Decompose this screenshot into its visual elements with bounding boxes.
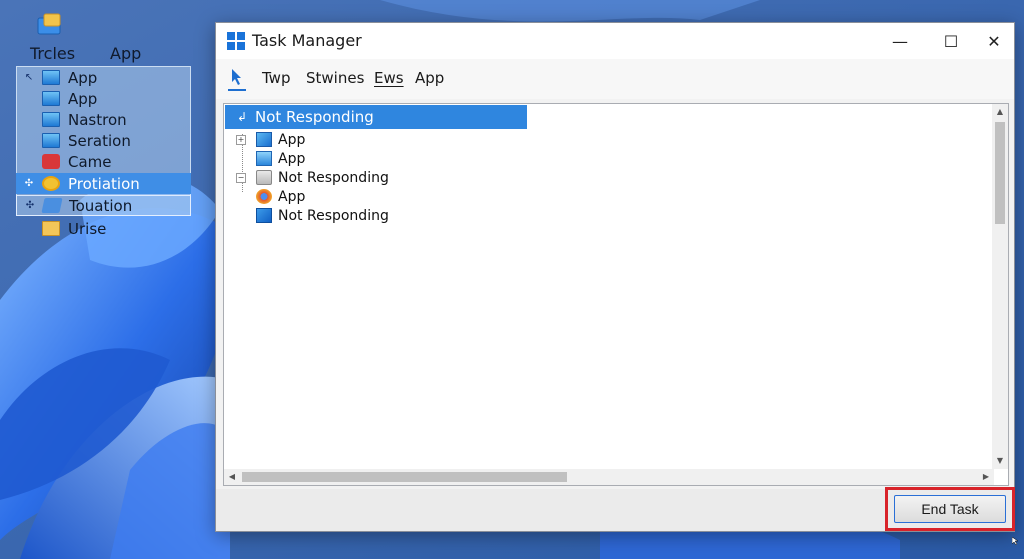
side-item-app-2[interactable]: App — [16, 88, 191, 109]
tree-row[interactable]: App — [236, 149, 305, 168]
tree-row-label: Not Responding — [278, 207, 389, 224]
side-item-urise[interactable]: Urise — [16, 218, 191, 239]
selected-process-row[interactable]: ↲ Not Responding — [225, 105, 527, 129]
side-item-seration[interactable]: Seration — [16, 130, 191, 151]
menu-bar: Twp Stwines Ews App — [216, 59, 1014, 99]
monitor-icon — [256, 151, 272, 166]
side-item-label: App — [68, 89, 98, 108]
tree-row[interactable]: App — [236, 187, 305, 206]
side-item-label: Touation — [69, 196, 133, 215]
monitor-icon — [42, 112, 60, 127]
minimize-button[interactable]: — — [880, 27, 920, 55]
tree-row[interactable]: Not Responding — [236, 206, 389, 225]
side-item-nastron[interactable]: Nastron — [16, 109, 191, 130]
header-label-1: Trcles — [30, 44, 76, 63]
windows-app-icon — [256, 208, 272, 223]
tree-row-label: Not Responding — [278, 169, 389, 186]
pointer-tool-button[interactable] — [228, 67, 246, 91]
monitor-icon — [42, 70, 60, 85]
folder-icon — [42, 221, 60, 236]
scroll-up-icon[interactable]: ▲ — [992, 104, 1008, 120]
side-item-touation[interactable]: ✣ Touation — [16, 195, 191, 216]
tree-row-label: App — [278, 150, 306, 167]
move-icon: ✣ — [24, 178, 34, 189]
side-item-label: Seration — [68, 131, 131, 150]
menu-app[interactable]: App — [415, 69, 444, 87]
game-icon — [42, 154, 60, 169]
desktop-panel-header: Trcles App — [30, 44, 190, 64]
scroll-left-icon[interactable]: ◀ — [224, 469, 240, 485]
side-item-label: Urise — [68, 219, 107, 238]
side-item-label: App — [68, 68, 98, 87]
desktop-app-icon[interactable] — [36, 12, 64, 38]
move-icon: ✣ — [25, 200, 35, 211]
horizontal-scroll-thumb[interactable] — [242, 472, 567, 482]
scroll-right-icon[interactable]: ▶ — [978, 469, 994, 485]
menu-twp[interactable]: Twp — [262, 69, 290, 87]
cursor-arrow-icon — [232, 69, 241, 85]
close-button[interactable]: ✕ — [974, 27, 1014, 55]
side-item-label: Protiation — [68, 174, 140, 193]
tree-row-label: App — [278, 188, 306, 205]
gear-icon — [42, 176, 60, 191]
link-icon: ↲ — [237, 110, 248, 124]
scroll-down-icon[interactable]: ▼ — [992, 453, 1008, 469]
task-manager-window: Task Manager — ☐ ✕ Twp Stwines Ews App ↲… — [215, 22, 1015, 532]
windows-logo-icon — [227, 32, 245, 50]
process-list[interactable]: ↲ Not Responding + App App − Not Respond… — [223, 103, 1009, 486]
tree-row[interactable]: − Not Responding — [236, 168, 389, 187]
side-item-came[interactable]: Came — [16, 151, 191, 172]
horizontal-scrollbar[interactable]: ◀ ▶ — [224, 469, 994, 485]
menu-ews[interactable]: Ews — [374, 69, 404, 87]
maximize-button[interactable]: ☐ — [931, 27, 971, 55]
window-title: Task Manager — [252, 31, 362, 50]
mouse-cursor-icon — [1012, 537, 1018, 545]
title-bar[interactable]: Task Manager — ☐ ✕ — [216, 23, 1014, 59]
side-item-label: Came — [68, 152, 112, 171]
side-item-protiation[interactable]: ✣ Protiation — [16, 173, 191, 194]
header-label-2: App — [110, 44, 142, 63]
vertical-scroll-thumb[interactable] — [995, 122, 1005, 224]
tool-icon — [41, 198, 63, 213]
collapse-toggle[interactable]: − — [236, 172, 246, 183]
pointer-icon: ↖ — [24, 72, 34, 83]
app-icon — [256, 132, 272, 147]
expand-toggle[interactable]: + — [236, 134, 246, 145]
side-item-label: Nastron — [68, 110, 127, 129]
active-underline — [228, 89, 246, 91]
monitor-icon — [42, 91, 60, 106]
end-task-button[interactable]: End Task — [894, 495, 1006, 523]
vertical-scrollbar[interactable]: ▲ ▼ — [992, 104, 1008, 469]
drive-icon — [256, 170, 272, 185]
chrome-icon — [256, 189, 272, 204]
side-item-app-1[interactable]: ↖ App — [16, 67, 191, 88]
menu-stwines[interactable]: Stwines — [306, 69, 364, 87]
tree-row[interactable]: + App — [236, 130, 305, 149]
tree-row-label: App — [278, 131, 306, 148]
selected-row-label: Not Responding — [255, 108, 374, 126]
monitor-icon — [42, 133, 60, 148]
